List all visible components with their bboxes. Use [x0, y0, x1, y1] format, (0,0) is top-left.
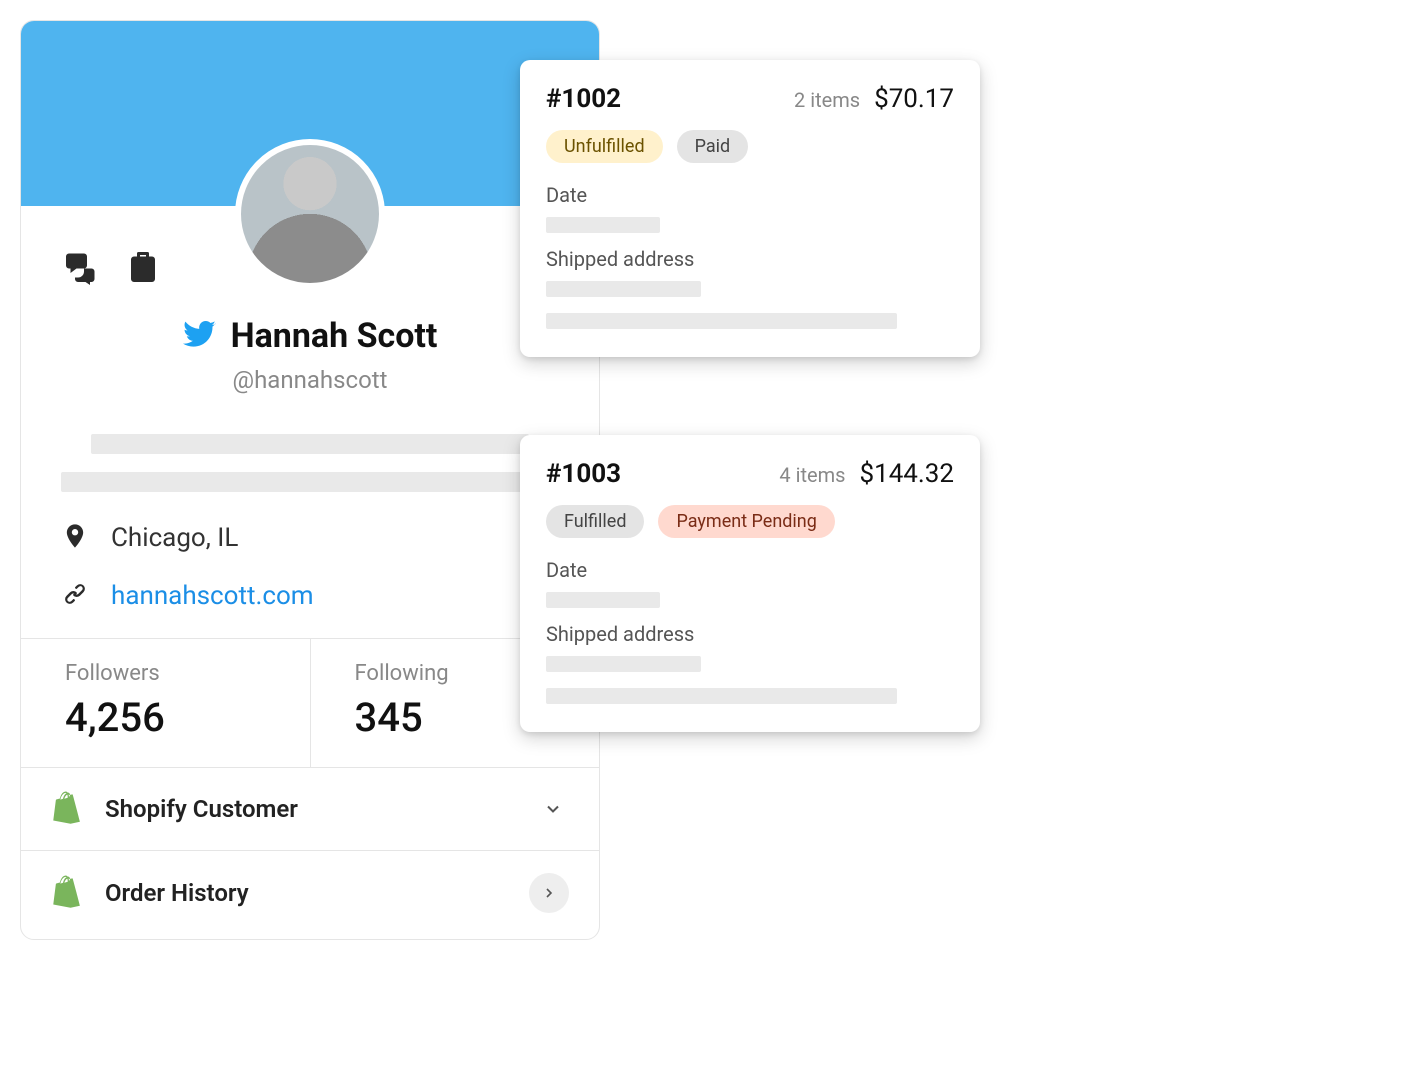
avatar[interactable] [235, 139, 385, 289]
address-placeholder [546, 688, 897, 704]
shipped-address-label: Shipped address [546, 622, 954, 646]
address-placeholder [546, 281, 701, 297]
location-row: Chicago, IL [61, 522, 559, 554]
location-pin-icon [61, 522, 89, 554]
date-label: Date [546, 558, 954, 582]
order-id: #1003 [546, 459, 621, 489]
payment-badge: Paid [677, 130, 749, 163]
order-id: #1002 [546, 84, 621, 114]
date-placeholder [546, 592, 660, 608]
location-text: Chicago, IL [111, 523, 238, 553]
order-total: $70.17 [874, 84, 954, 114]
website-link[interactable]: hannahscott.com [111, 581, 314, 611]
bio-placeholder [61, 434, 559, 492]
profile-card: Hannah Scott @hannahscott Chicago, IL ha… [20, 20, 600, 940]
followers-label: Followers [65, 661, 310, 686]
chevron-right-icon[interactable] [529, 873, 569, 913]
address-placeholder [546, 313, 897, 329]
display-name: Hannah Scott [231, 316, 438, 356]
order-history-row[interactable]: Order History [21, 851, 599, 935]
twitter-icon [183, 317, 217, 355]
followers-count: 4,256 [65, 694, 310, 741]
address-placeholder [546, 656, 701, 672]
chevron-down-icon [537, 793, 569, 825]
order-card[interactable]: #1002 2 items $70.17 Unfulfilled Paid Da… [520, 60, 980, 357]
shopify-icon [51, 790, 85, 828]
shopify-icon [51, 874, 85, 912]
payment-badge: Payment Pending [658, 505, 834, 538]
order-history-label: Order History [105, 879, 249, 907]
shopify-customer-label: Shopify Customer [105, 795, 298, 823]
clipboard-icon[interactable] [125, 249, 161, 289]
shipped-address-label: Shipped address [546, 247, 954, 271]
stats-row: Followers 4,256 Following 345 [21, 638, 599, 768]
chat-icon[interactable] [63, 249, 99, 289]
link-icon [61, 580, 89, 612]
date-label: Date [546, 183, 954, 207]
order-item-count: 2 items [794, 88, 860, 112]
date-placeholder [546, 217, 660, 233]
order-item-count: 4 items [779, 463, 845, 487]
fulfillment-badge: Unfulfilled [546, 130, 663, 163]
website-row[interactable]: hannahscott.com [61, 580, 559, 612]
followers-stat[interactable]: Followers 4,256 [21, 639, 310, 767]
order-card[interactable]: #1003 4 items $144.32 Fulfilled Payment … [520, 435, 980, 732]
fulfillment-badge: Fulfilled [546, 505, 644, 538]
handle: @hannahscott [21, 366, 599, 394]
shopify-customer-row[interactable]: Shopify Customer [21, 768, 599, 851]
order-total: $144.32 [859, 459, 954, 489]
